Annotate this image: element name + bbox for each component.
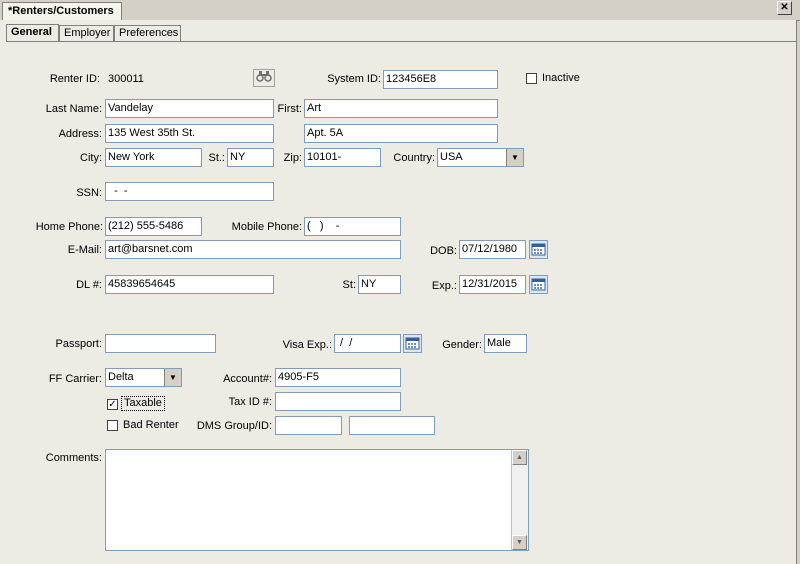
taxable-label: Taxable — [121, 396, 165, 411]
email-label: E-Mail: — [67, 244, 102, 256]
chevron-down-icon[interactable]: ▼ — [506, 149, 523, 166]
first-name-label: First: — [277, 103, 302, 115]
visa-exp-field[interactable]: / / — [334, 334, 401, 353]
tabs-divider — [6, 41, 796, 42]
visa-exp-calendar-button[interactable] — [403, 334, 422, 353]
dl-state-label: St: — [342, 279, 356, 291]
inactive-checkbox[interactable] — [526, 73, 537, 84]
bad-renter-label: Bad Renter — [123, 419, 179, 431]
home-phone-label: Home Phone: — [35, 221, 103, 233]
dl-label: DL #: — [76, 279, 102, 291]
account-field[interactable]: 4905-F5 — [275, 368, 401, 387]
dms-group-field[interactable] — [275, 416, 342, 435]
dms-group-label: DMS Group/ID: — [196, 420, 272, 432]
binoculars-icon — [256, 71, 272, 82]
comments-label: Comments: — [45, 452, 102, 464]
address-line1-field[interactable]: 135 West 35th St. — [105, 124, 274, 143]
home-phone-field[interactable]: (212) 555-5486 — [105, 217, 202, 236]
dob-field[interactable]: 07/12/1980 — [459, 240, 526, 259]
dms-id-field[interactable] — [349, 416, 435, 435]
ff-carrier-value: Delta — [108, 371, 134, 383]
last-name-label: Last Name: — [45, 103, 102, 115]
visa-exp-label: Visa Exp.: — [282, 339, 332, 351]
email-field[interactable]: art@barsnet.com — [105, 240, 401, 259]
close-icon: ✕ — [780, 2, 789, 13]
close-button[interactable]: ✕ — [777, 1, 792, 15]
mobile-phone-label: Mobile Phone: — [231, 221, 302, 233]
state-field[interactable]: NY — [227, 148, 274, 167]
gender-field[interactable]: Male — [484, 334, 527, 353]
ff-carrier-select[interactable]: Delta ▼ — [105, 368, 182, 387]
dl-exp-calendar-button[interactable] — [529, 275, 548, 294]
tab-general[interactable]: General — [6, 24, 59, 41]
passport-field[interactable] — [105, 334, 216, 353]
system-id-field[interactable]: 123456E8 — [383, 70, 498, 89]
gender-label: Gender: — [442, 339, 482, 351]
account-label: Account#: — [223, 373, 272, 385]
zip-label: Zip: — [283, 152, 302, 164]
document-tab-renters-customers[interactable]: *Renters/Customers — [2, 2, 122, 20]
dl-state-field[interactable]: NY — [358, 275, 401, 294]
ff-carrier-label: FF Carrier: — [48, 373, 102, 385]
country-value: USA — [440, 151, 463, 163]
country-label: Country: — [393, 152, 435, 164]
ssn-label: SSN: — [76, 187, 102, 199]
taxable-checkbox[interactable]: ✓ — [107, 399, 118, 410]
zip-field[interactable]: 10101- — [304, 148, 381, 167]
inactive-label: Inactive — [542, 72, 580, 84]
city-field[interactable]: New York — [105, 148, 202, 167]
city-label: City: — [80, 152, 102, 164]
tax-id-field[interactable] — [275, 392, 401, 411]
state-label: St.: — [208, 152, 225, 164]
comments-scrollbar[interactable]: ▲ ▼ — [511, 450, 528, 550]
dob-calendar-button[interactable] — [529, 240, 548, 259]
tab-employer[interactable]: Employer — [59, 25, 114, 41]
tab-preferences[interactable]: Preferences — [114, 25, 181, 41]
address-line2-field[interactable]: Apt. 5A — [304, 124, 498, 143]
renter-id-value: 300011 — [108, 73, 144, 85]
chevron-down-icon[interactable]: ▼ — [164, 369, 181, 386]
comments-textarea[interactable]: ▲ ▼ — [105, 449, 529, 551]
calendar-icon — [405, 337, 420, 350]
first-name-field[interactable]: Art — [304, 99, 498, 118]
address-label: Address: — [58, 128, 102, 140]
calendar-icon — [531, 243, 546, 256]
check-icon: ✓ — [108, 399, 117, 410]
last-name-field[interactable]: Vandelay — [105, 99, 274, 118]
ssn-field[interactable]: - - — [105, 182, 274, 201]
bad-renter-checkbox[interactable] — [107, 420, 118, 431]
scroll-up-icon[interactable]: ▲ — [512, 450, 527, 465]
system-id-label: System ID: — [327, 73, 381, 85]
dl-field[interactable]: 45839654645 — [105, 275, 274, 294]
dl-exp-field[interactable]: 12/31/2015 — [459, 275, 526, 294]
dl-exp-label: Exp.: — [431, 280, 457, 292]
calendar-icon — [531, 278, 546, 291]
scroll-down-icon[interactable]: ▼ — [512, 535, 527, 550]
mobile-phone-field[interactable]: ( ) - — [304, 217, 401, 236]
renter-id-label: Renter ID: — [49, 73, 100, 85]
tax-id-label: Tax ID #: — [228, 396, 272, 408]
passport-label: Passport: — [55, 338, 102, 350]
search-renter-button[interactable] — [253, 69, 275, 87]
country-select[interactable]: USA ▼ — [437, 148, 524, 167]
dob-label: DOB: — [430, 245, 457, 257]
